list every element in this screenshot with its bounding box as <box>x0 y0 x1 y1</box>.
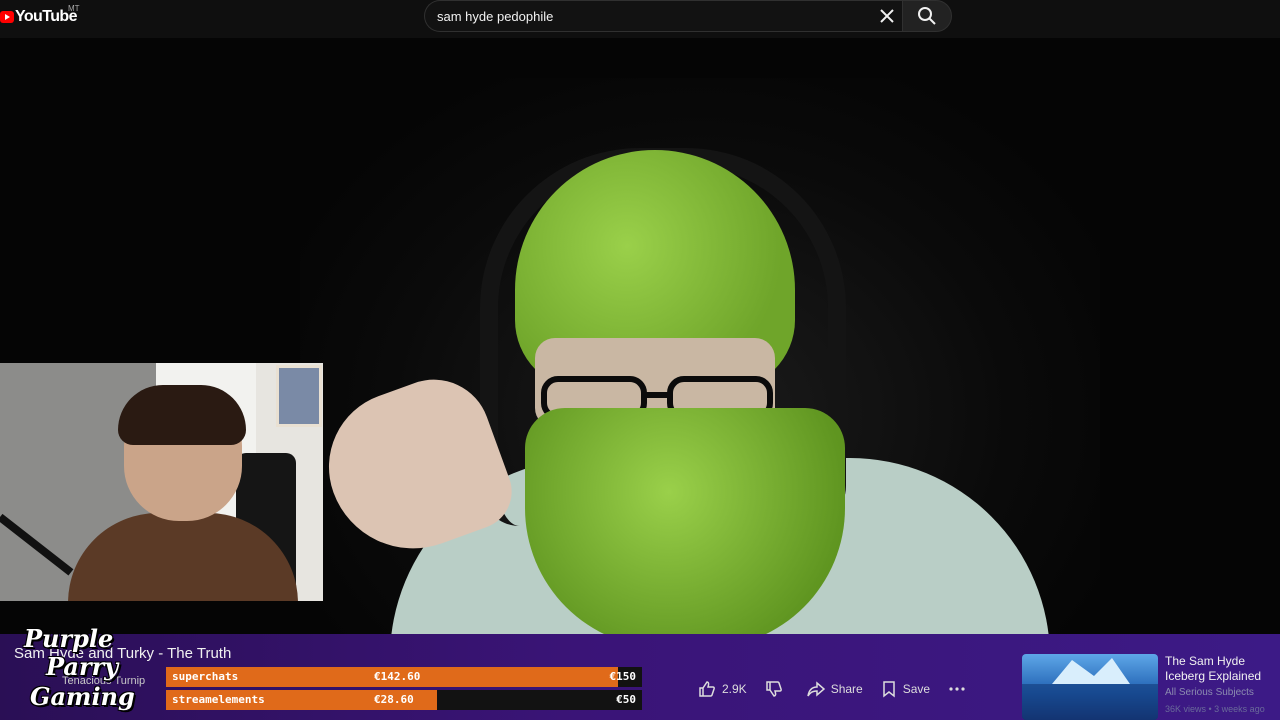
stream-branding-logo: Purple Parry Gaming <box>6 624 166 718</box>
search-icon <box>918 7 936 25</box>
save-button[interactable]: Save <box>881 680 930 698</box>
search-button[interactable] <box>902 0 952 32</box>
region-code: MT <box>68 4 80 13</box>
webcam-overlay <box>0 363 323 601</box>
recommended-video-thumbnail[interactable] <box>1022 654 1158 720</box>
more-icon <box>949 687 965 691</box>
goal-target: €50 <box>616 693 636 706</box>
share-button[interactable]: Share <box>806 680 863 698</box>
share-icon <box>806 681 825 697</box>
like-icon <box>699 681 715 697</box>
dislike-button[interactable] <box>765 680 789 698</box>
goal-target: €150 <box>609 670 637 683</box>
goal-bar-streamelements: streamelements €28.60 €50 <box>166 690 642 710</box>
like-count: 2.9K <box>722 682 747 696</box>
save-label: Save <box>902 682 931 696</box>
like-button[interactable]: 2.9K <box>698 680 747 698</box>
youtube-logo[interactable]: YouTube MT <box>0 4 80 28</box>
brand-line-1: Purple <box>24 624 114 653</box>
goal-label: superchats <box>172 670 239 683</box>
recommended-video-channel: All Serious Subjects <box>1165 687 1254 698</box>
youtube-play-icon <box>0 11 14 23</box>
recommended-video-title[interactable]: The Sam Hyde Iceberg Explained <box>1165 654 1280 684</box>
goal-current: €28.60 <box>374 693 414 706</box>
webcam-person-hair <box>118 385 246 445</box>
search-input[interactable]: sam hyde pedophile <box>437 9 553 24</box>
recommended-video-meta: 36K views • 3 weeks ago <box>1165 704 1265 714</box>
more-button[interactable] <box>948 686 972 692</box>
webcam-picture-frame <box>276 365 322 427</box>
brand-line-3: Gaming <box>30 682 135 711</box>
clear-icon[interactable] <box>878 7 896 25</box>
search-box[interactable]: sam hyde pedophile <box>424 0 904 32</box>
goal-label: streamelements <box>172 693 265 706</box>
dislike-icon <box>765 681 782 697</box>
brand-line-2: Parry <box>46 652 119 681</box>
top-bar: YouTube MT sam hyde pedophile <box>0 0 1280 38</box>
donation-goals: superchats €142.60 €150 streamelements €… <box>166 667 642 713</box>
share-label: Share <box>830 682 863 696</box>
goal-bar-superchats: superchats €142.60 €150 <box>166 667 642 687</box>
goal-current: €142.60 <box>374 670 421 683</box>
video-tentacle-beard <box>525 408 845 634</box>
iceberg-thumbnail-art <box>1022 658 1158 720</box>
action-bar: 2.9K Share Save <box>698 676 990 702</box>
save-icon <box>882 681 895 698</box>
